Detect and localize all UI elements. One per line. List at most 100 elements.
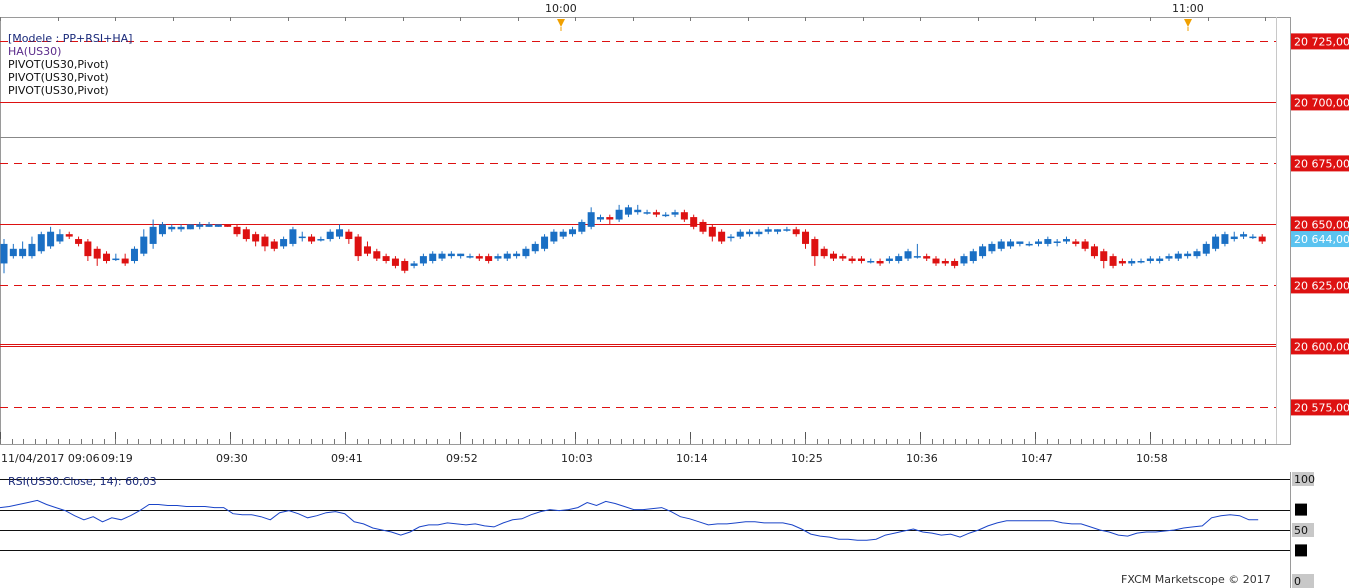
candle-body bbox=[1100, 251, 1108, 261]
candle-body bbox=[1230, 236, 1238, 240]
candle-body bbox=[1212, 236, 1220, 249]
candle-body bbox=[913, 256, 921, 258]
candle-body bbox=[596, 217, 604, 220]
model-title: [Modele : PP+RSI+HA] bbox=[8, 32, 132, 45]
candle-body bbox=[410, 263, 418, 266]
session-marker-icon bbox=[1184, 19, 1192, 27]
main-chart-frame bbox=[0, 17, 1291, 445]
candle-body bbox=[541, 236, 549, 249]
candle-body bbox=[932, 258, 940, 264]
candle-body bbox=[28, 243, 36, 257]
candle-body bbox=[168, 226, 176, 230]
price-label: 20 700,00 bbox=[1294, 96, 1349, 109]
rsi-label: 50 bbox=[1294, 524, 1308, 537]
candle-body bbox=[941, 261, 949, 264]
candle-body bbox=[382, 256, 390, 261]
candle-body bbox=[205, 224, 213, 227]
candle-body bbox=[960, 256, 968, 264]
candle-body bbox=[643, 212, 651, 214]
candle-body bbox=[727, 236, 735, 239]
x-tick-label: 10:14 bbox=[676, 452, 708, 465]
x-tick-label: 11/04/2017 09:06 bbox=[1, 452, 100, 465]
x-tick-label: 10:36 bbox=[906, 452, 938, 465]
candle-body bbox=[438, 253, 446, 259]
candle-body bbox=[969, 251, 977, 261]
candle-body bbox=[1109, 256, 1117, 266]
candle-body bbox=[755, 231, 763, 235]
candle-body bbox=[876, 261, 884, 264]
candle-body bbox=[112, 258, 120, 261]
candle-body bbox=[354, 236, 362, 257]
candle-body bbox=[979, 246, 987, 257]
price-label: 20 675,00 bbox=[1294, 157, 1349, 170]
candle-body bbox=[1258, 236, 1266, 242]
candle-body bbox=[550, 231, 558, 242]
candle-body bbox=[848, 258, 856, 261]
candle-body bbox=[1193, 251, 1201, 257]
x-tick-label: 09:52 bbox=[446, 452, 478, 465]
candle-body bbox=[997, 241, 1005, 249]
indicator-pivot-1: PIVOT(US30,Pivot) bbox=[8, 58, 109, 71]
session-marker-label: 11:00 bbox=[1172, 2, 1204, 15]
candle-body bbox=[1053, 241, 1061, 243]
candle-body bbox=[75, 239, 83, 244]
indicator-ha: HA(US30) bbox=[8, 45, 61, 58]
candle-body bbox=[652, 212, 660, 215]
candle-body bbox=[503, 253, 511, 259]
rsi-level-marker bbox=[1295, 544, 1307, 557]
candle-body bbox=[326, 231, 334, 240]
last-price-label: 20 644,00 bbox=[1294, 233, 1349, 246]
candle-body bbox=[1090, 246, 1098, 257]
candle-body bbox=[1240, 234, 1248, 237]
candle-body bbox=[1025, 243, 1033, 246]
candle-body bbox=[1118, 261, 1126, 264]
candle-body bbox=[718, 231, 726, 242]
indicator-pivot-3: PIVOT(US30,Pivot) bbox=[8, 84, 109, 97]
candle-body bbox=[1072, 241, 1080, 244]
candle-body bbox=[363, 246, 371, 254]
candle-body bbox=[708, 226, 716, 237]
chart-window: 20 725,00 20 700,00 20 675,00 20 650,00 20 6… bbox=[0, 0, 1349, 588]
candle-body bbox=[699, 221, 707, 232]
candle-body bbox=[289, 229, 297, 244]
candle-body bbox=[345, 231, 353, 240]
candle-body bbox=[196, 224, 204, 227]
candle-body bbox=[149, 226, 157, 244]
candle-body bbox=[578, 221, 586, 232]
candle-body bbox=[1035, 241, 1043, 244]
price-label: 20 575,00 bbox=[1294, 401, 1349, 414]
candle-body bbox=[624, 207, 632, 215]
candle-body bbox=[103, 253, 111, 261]
candle-body bbox=[1081, 241, 1089, 249]
candle-body bbox=[1128, 261, 1136, 264]
session-marker-icon bbox=[557, 19, 565, 27]
price-label: 20 650,00 bbox=[1294, 218, 1349, 231]
candle-body bbox=[1221, 234, 1229, 244]
candle-body bbox=[224, 224, 232, 227]
candle-body bbox=[485, 256, 493, 261]
candle-body bbox=[1007, 241, 1015, 247]
candle-body bbox=[214, 224, 222, 227]
candle-body bbox=[1165, 256, 1173, 259]
x-tick-label: 09:30 bbox=[216, 452, 248, 465]
candle-body bbox=[885, 258, 893, 261]
candle-body bbox=[783, 229, 791, 231]
x-tick-label: 09:41 bbox=[331, 452, 363, 465]
rsi-label: 0 bbox=[1294, 575, 1301, 588]
candle-body bbox=[93, 248, 101, 259]
candle-body bbox=[764, 229, 772, 232]
candle-body bbox=[65, 234, 73, 237]
candle-body bbox=[336, 229, 344, 237]
candle-body bbox=[475, 256, 483, 259]
candle-body bbox=[466, 256, 474, 258]
candle-body bbox=[158, 224, 166, 235]
candle-body bbox=[419, 256, 427, 264]
chart-canvas[interactable]: 20 725,00 20 700,00 20 675,00 20 650,00 20 6… bbox=[0, 0, 1349, 588]
candle-body bbox=[457, 253, 465, 257]
x-tick-label: 10:25 bbox=[791, 452, 823, 465]
candle-body bbox=[242, 229, 250, 240]
candle-body bbox=[261, 236, 269, 247]
candle-body bbox=[559, 231, 567, 237]
candle-body bbox=[615, 209, 623, 220]
candle-body bbox=[671, 212, 679, 215]
